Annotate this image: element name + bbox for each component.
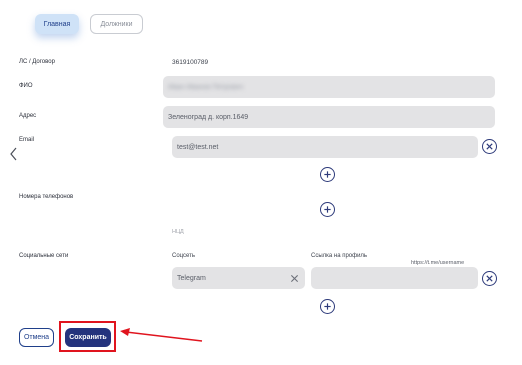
close-icon [486, 143, 493, 150]
add-social-button[interactable] [320, 299, 335, 314]
email-label: Email [19, 137, 35, 143]
phone-hint: НЦД [172, 229, 184, 235]
email-value: test@test.net [177, 143, 219, 151]
arrow-annotation [120, 328, 203, 342]
cancel-button[interactable]: Отмена [19, 328, 54, 347]
tab-main[interactable]: Главная [35, 14, 79, 34]
account-label: ЛС / Договор [19, 59, 55, 65]
chevron-left-icon[interactable] [9, 147, 19, 161]
save-button[interactable]: Сохранить [65, 328, 111, 347]
address-label: Адрес [19, 113, 37, 119]
social-network-value: Telegram [177, 274, 206, 282]
remove-social-button[interactable] [482, 271, 497, 286]
social-network-header: Соцсеть [172, 253, 196, 259]
address-value: Зеленоград д. корп.1649 [168, 113, 249, 121]
email-field[interactable]: test@test.net [172, 136, 478, 158]
close-icon [486, 275, 493, 282]
social-network-select[interactable]: Telegram [172, 267, 305, 289]
add-phone-button[interactable] [320, 202, 335, 217]
fio-field[interactable]: Иван Иванов Петрович [163, 76, 495, 98]
profile-link-header: Ссылка на профиль [311, 253, 368, 259]
fio-value: Иван Иванов Петрович [168, 83, 244, 91]
plus-icon [324, 206, 331, 213]
phones-label: Номера телефонов [19, 194, 74, 200]
tab-debtors[interactable]: Должники [90, 14, 143, 34]
account-value: 3619100789 [172, 59, 209, 66]
clear-x-icon[interactable] [288, 272, 300, 284]
address-field[interactable]: Зеленоград д. корп.1649 [163, 106, 495, 128]
add-email-button[interactable] [320, 167, 335, 182]
plus-icon [324, 171, 331, 178]
profile-link-field[interactable] [311, 267, 478, 289]
plus-icon [324, 303, 331, 310]
remove-email-button[interactable] [482, 139, 497, 154]
fio-label: ФИО [19, 83, 33, 89]
social-label: Социальные сети [19, 253, 69, 259]
profile-link-placeholder: https://t.me/username [411, 260, 465, 266]
